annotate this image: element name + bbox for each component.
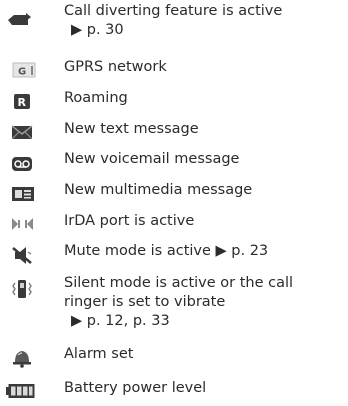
svg-text:R: R — [18, 96, 27, 109]
list-item-text: Mute mode is active ▶ p. 23 — [64, 242, 344, 261]
alarm-bell-icon — [0, 345, 44, 369]
item-line: Battery power level — [64, 380, 207, 396]
svg-text:G: G — [18, 67, 26, 78]
item-line: ringer is set to vibrate — [64, 294, 226, 310]
item-line: Mute mode is active ▶ p. 23 — [64, 243, 269, 259]
gprs-icon: G — [0, 58, 44, 82]
list-item-text: Call diverting feature is active ▶ p. 30 — [64, 2, 344, 40]
item-line: Alarm set — [64, 346, 134, 362]
multimedia-message-icon — [0, 181, 44, 205]
call-divert-icon — [0, 8, 44, 32]
list-item-text: Roaming — [64, 89, 344, 108]
item-line: New voicemail message — [64, 151, 240, 167]
irda-icon — [0, 212, 44, 236]
page-reference: ▶ p. 30 — [71, 22, 124, 38]
list-item-text: New voicemail message — [64, 150, 344, 169]
item-line: Silent mode is active or the call — [64, 275, 294, 291]
vibrate-icon — [0, 277, 44, 301]
item-line: Roaming — [64, 90, 128, 106]
battery-icon — [0, 379, 44, 403]
list-item-text: GPRS network — [64, 58, 344, 77]
list-item-text: IrDA port is active — [64, 212, 344, 231]
envelope-icon — [0, 120, 44, 144]
item-line: Call diverting feature is active — [64, 3, 283, 19]
page-reference: ▶ p. 12, p. 33 — [71, 313, 170, 329]
mute-speaker-icon — [0, 243, 44, 267]
list-item-text: New multimedia message — [64, 181, 344, 200]
list-item-text: Battery power level — [64, 379, 344, 398]
list-item-text: Silent mode is active or the call ringer… — [64, 274, 344, 331]
voicemail-icon — [0, 151, 44, 175]
item-line: New multimedia message — [64, 182, 253, 198]
roaming-icon: R — [0, 89, 44, 113]
item-line: IrDA port is active — [64, 213, 195, 229]
item-line: New text message — [64, 121, 199, 137]
list-item-text: New text message — [64, 120, 344, 139]
item-line: GPRS network — [64, 59, 167, 75]
list-item-text: Alarm set — [64, 345, 344, 364]
